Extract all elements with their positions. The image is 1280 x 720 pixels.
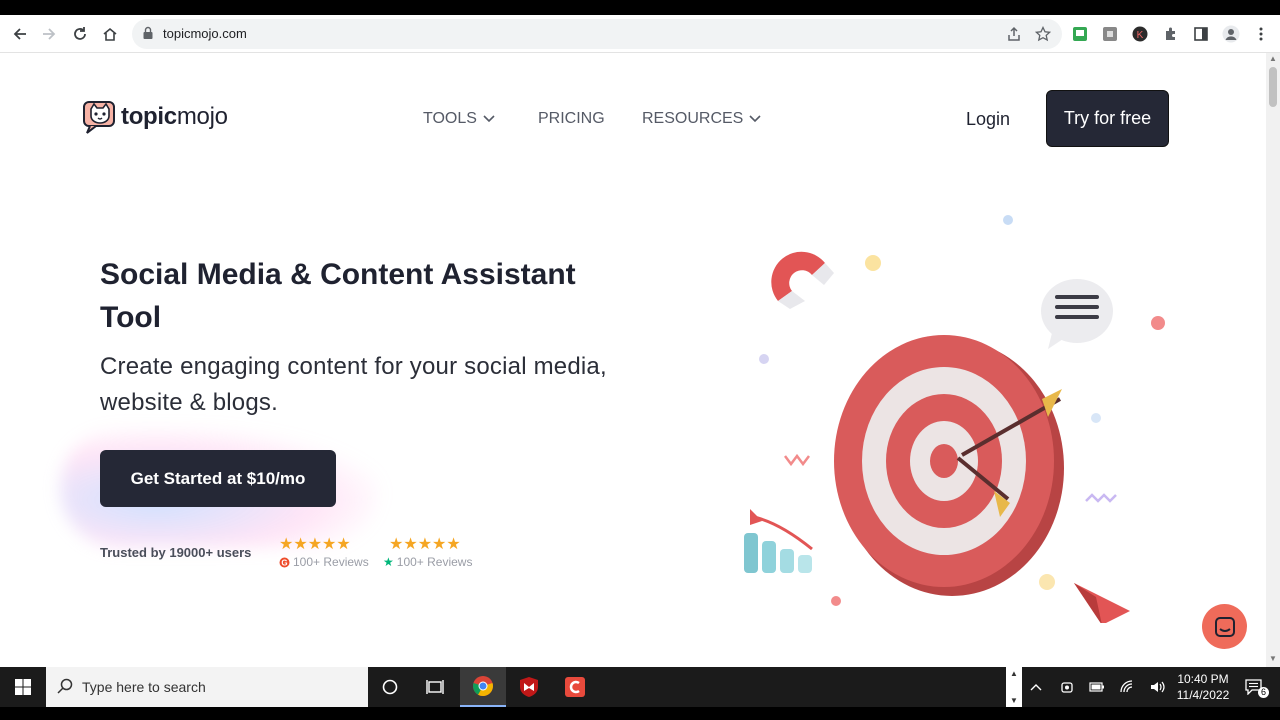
hero-illustration — [744, 215, 1165, 623]
trusted-by-text: Trusted by 19000+ users — [100, 545, 252, 560]
notification-center-icon[interactable]: 6 — [1238, 667, 1270, 707]
taskbar-search[interactable]: Type here to search — [46, 667, 368, 707]
target-icon — [834, 335, 1064, 596]
extensions-puzzle-icon[interactable] — [1160, 23, 1182, 45]
battery-icon[interactable] — [1085, 667, 1109, 707]
hero-subtitle: Create engaging content for your social … — [100, 353, 607, 416]
review-g2[interactable]: ★★★★★ G 100+ Reviews — [279, 534, 369, 569]
decor-dot — [831, 596, 841, 606]
speech-bubble-icon — [1041, 279, 1113, 349]
logo-text: topicmojo — [121, 103, 228, 131]
clock-time: 10:40 PM — [1177, 672, 1229, 686]
chevron-down-icon — [483, 115, 495, 123]
review-trustpilot[interactable]: ★★★★★ ★ 100+ Reviews — [383, 534, 473, 569]
try-for-free-button[interactable]: Try for free — [1046, 90, 1169, 147]
svg-text:G: G — [281, 558, 287, 567]
svg-text:K: K — [1137, 30, 1144, 41]
side-panel-icon[interactable] — [1190, 23, 1212, 45]
forward-icon[interactable] — [38, 23, 60, 45]
decor-dot — [1003, 215, 1013, 225]
scroll-up-icon[interactable]: ▲ — [1269, 55, 1277, 63]
logo-text-mojo: mojo — [176, 103, 228, 130]
decor-squiggle — [1085, 493, 1117, 503]
extension-k-icon[interactable]: K — [1129, 23, 1151, 45]
bookmark-star-icon[interactable] — [1032, 23, 1054, 45]
decor-dot — [1091, 413, 1101, 423]
system-clock[interactable]: 10:40 PM 11/4/2022 — [1170, 671, 1236, 703]
search-icon — [57, 678, 73, 694]
nav-pricing[interactable]: PRICING — [538, 110, 605, 128]
notification-count-badge: 6 — [1258, 687, 1270, 698]
paper-plane-icon — [1074, 583, 1130, 623]
bar-chart-icon — [744, 509, 813, 573]
screen-bottom-strip — [0, 707, 1280, 720]
browser-menu-icon[interactable] — [1250, 23, 1272, 45]
nav-resources-label: RESOURCES — [642, 110, 744, 127]
show-hidden-icons-icon[interactable] — [1024, 667, 1048, 707]
decor-dot — [1151, 316, 1165, 330]
clock-date: 11/4/2022 — [1176, 688, 1230, 702]
page-scrollbar[interactable]: ▲ ▼ — [1266, 53, 1280, 667]
nav-tools[interactable]: TOOLS — [423, 110, 495, 128]
star-rating: ★★★★★ — [279, 536, 351, 553]
chevron-down-icon — [749, 115, 761, 123]
decor-dot — [1039, 574, 1055, 590]
nav-pricing-label: PRICING — [538, 110, 605, 127]
star-rating: ★★★★★ — [389, 536, 461, 553]
task-view-icon[interactable] — [412, 667, 458, 707]
extension-gray-icon[interactable] — [1099, 23, 1121, 45]
address-bar[interactable]: topicmojo.com — [132, 19, 1062, 49]
web-page: topicmojo TOOLS PRICING RESOURCES Login … — [0, 53, 1266, 667]
site-logo[interactable]: topicmojo — [82, 99, 228, 135]
chevron-up-icon[interactable]: ▲ — [1010, 669, 1018, 678]
search-placeholder: Type here to search — [82, 679, 206, 695]
windows-start-icon[interactable] — [0, 667, 46, 707]
window-top-bar — [0, 0, 1280, 15]
chrome-taskbar-icon[interactable] — [460, 667, 506, 707]
g2-icon: G — [279, 557, 290, 567]
reload-icon[interactable] — [69, 23, 91, 45]
login-link[interactable]: Login — [966, 109, 1010, 130]
scroll-thumb[interactable] — [1269, 67, 1277, 107]
hero-title: Social Media & Content Assistant Tool — [100, 258, 576, 334]
home-icon[interactable] — [99, 23, 121, 45]
nav-tools-label: TOOLS — [423, 110, 477, 127]
mcafee-icon[interactable] — [506, 667, 552, 707]
trustpilot-star-icon: ★ — [383, 555, 394, 569]
back-icon[interactable] — [9, 23, 31, 45]
app-c-icon[interactable] — [552, 667, 598, 707]
lock-icon — [142, 26, 154, 45]
review-count-text: 100+ Reviews — [293, 555, 369, 569]
browser-toolbar: topicmojo.com K — [0, 15, 1280, 53]
logo-text-topic: topic — [121, 103, 177, 130]
volume-icon[interactable] — [1145, 667, 1169, 707]
decor-squiggle — [784, 453, 810, 467]
meet-now-icon[interactable] — [1055, 667, 1079, 707]
url-text: topicmojo.com — [163, 26, 247, 41]
cortana-icon[interactable] — [367, 667, 413, 707]
decor-dot — [759, 354, 769, 364]
chat-icon — [1214, 616, 1235, 637]
chevron-down-icon[interactable]: ▼ — [1010, 696, 1018, 705]
scroll-down-icon[interactable]: ▼ — [1269, 655, 1277, 663]
extension-green-icon[interactable] — [1069, 23, 1091, 45]
profile-avatar-icon[interactable] — [1220, 23, 1242, 45]
nav-resources[interactable]: RESOURCES — [642, 110, 761, 128]
taskbar-scroll[interactable]: ▲ ▼ — [1006, 667, 1022, 707]
live-chat-button[interactable] — [1202, 604, 1247, 649]
topicmojo-logo-icon — [83, 101, 115, 134]
wifi-icon[interactable] — [1116, 667, 1140, 707]
magnet-icon — [771, 251, 834, 309]
share-icon[interactable] — [1003, 23, 1025, 45]
get-started-button[interactable]: Get Started at $10/mo — [100, 450, 336, 507]
decor-dot — [865, 255, 881, 271]
review-count-text: 100+ Reviews — [396, 555, 473, 569]
